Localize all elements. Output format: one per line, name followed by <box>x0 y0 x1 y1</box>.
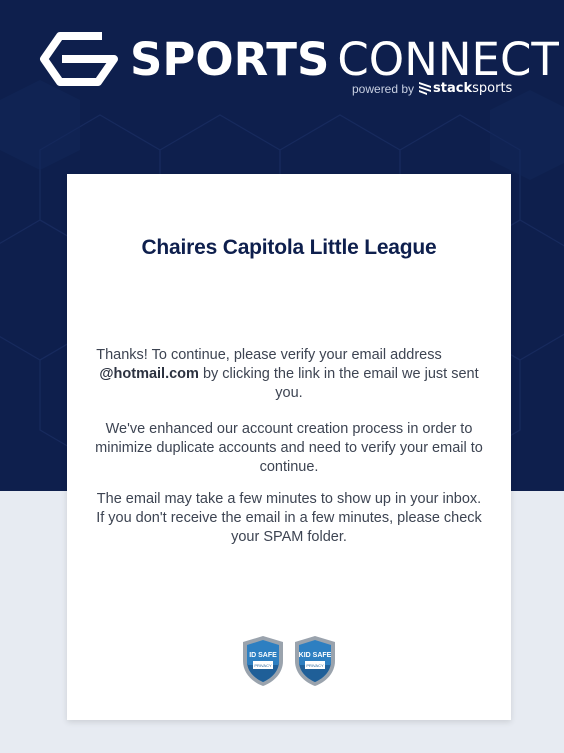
privacy-badges: ID SAFE PRIVACY KID SAFE PRIVACY <box>67 635 511 687</box>
kid-safe-badge-icon: KID SAFE PRIVACY <box>295 636 335 686</box>
brand-name-light: CONNECT <box>337 33 559 86</box>
enhanced-process-message: We've enhanced our account creation proc… <box>95 421 483 475</box>
id-safe-badge-icon: ID SAFE PRIVACY <box>243 636 283 686</box>
brand-name-bold: SPORTS <box>130 33 330 86</box>
badge-subtitle: PRIVACY <box>306 663 324 668</box>
brand-wordmark: SPORTS CONNECT <box>130 32 559 88</box>
stack-name: stack <box>433 81 473 96</box>
page: SPORTS CONNECT powered by stack sports Cha… <box>0 0 564 753</box>
badge-subtitle: PRIVACY <box>254 663 272 668</box>
brand-logo: SPORTS CONNECT powered by stack sports <box>38 28 559 98</box>
powered-by-label: powered by <box>352 81 415 96</box>
email-domain: @hotmail.com <box>99 366 199 382</box>
spam-folder-message: The email may take a few minutes to show… <box>96 491 482 545</box>
sports-name: sports <box>472 81 513 96</box>
verification-card: Chaires Capitola Little League Thanks! T… <box>67 174 511 720</box>
stack-sports-icon <box>419 82 432 95</box>
badge-title: ID SAFE <box>249 652 277 659</box>
verify-message-end: by clicking the link in the email we jus… <box>202 366 479 401</box>
verify-message-start: Thanks! To continue, please verify your … <box>96 347 442 363</box>
badge-title: KID SAFE <box>299 652 332 659</box>
sports-connect-logo-icon <box>40 32 118 86</box>
league-title: Chaires Capitola Little League <box>141 236 437 259</box>
verify-message: Thanks! To continue, please verify your … <box>95 346 483 403</box>
powered-by: powered by stack sports <box>352 81 512 96</box>
